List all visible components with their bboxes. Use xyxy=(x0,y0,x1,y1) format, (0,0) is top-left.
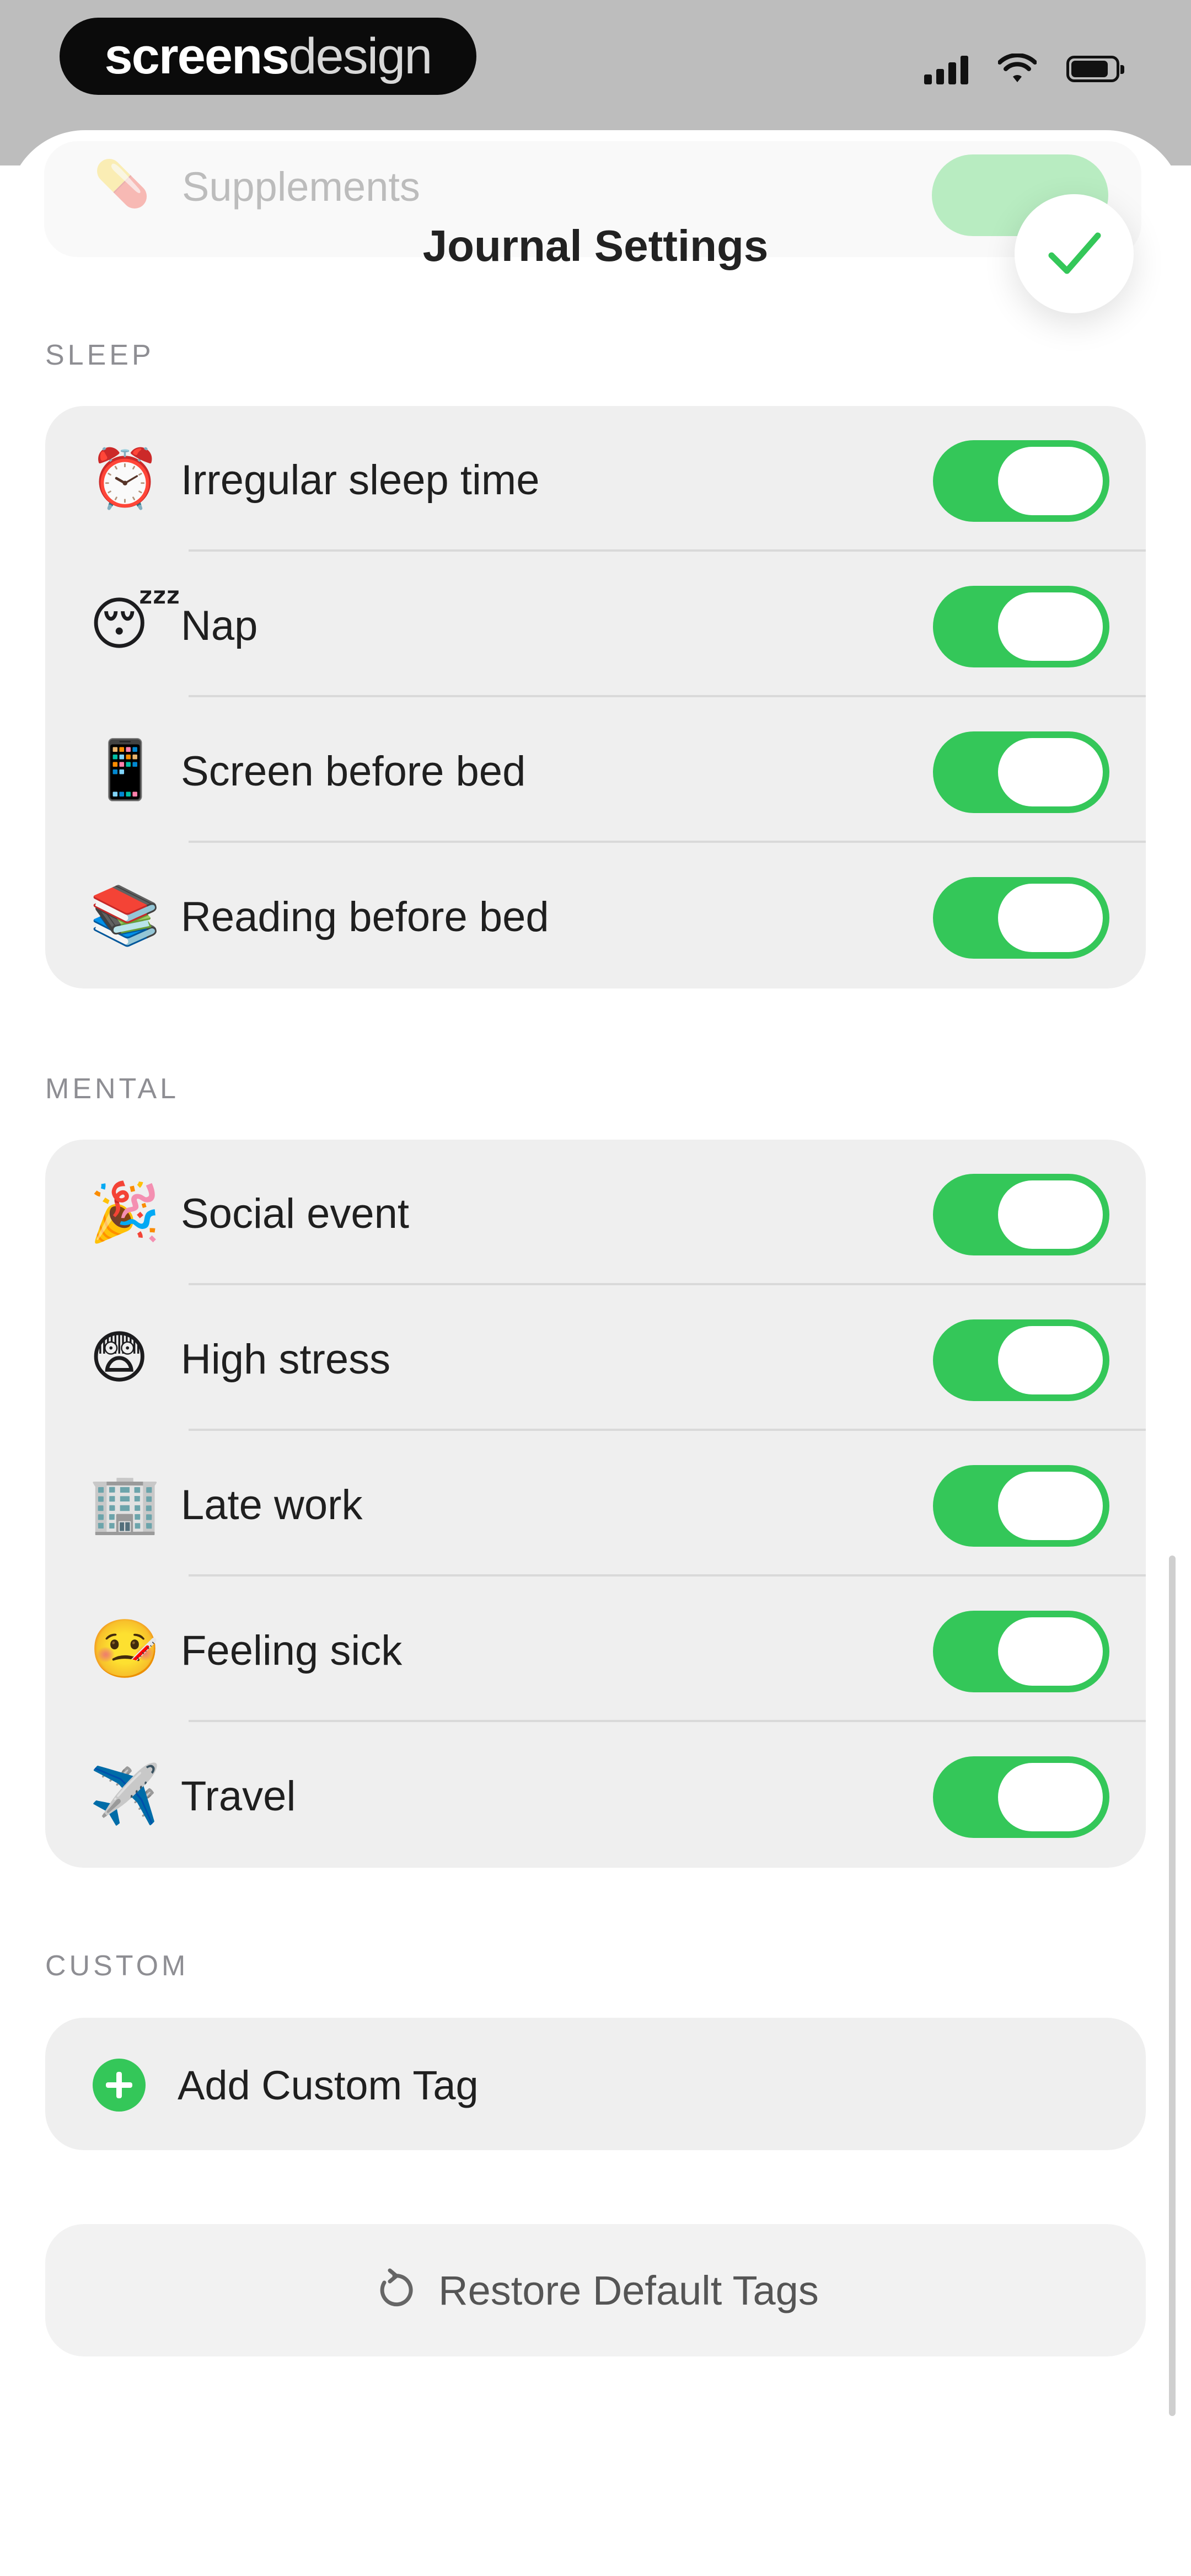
tag-label: Nap xyxy=(181,602,258,649)
checkmark-icon xyxy=(1048,232,1101,274)
books-icon: 📚 xyxy=(89,884,161,948)
background-row-label: Supplements xyxy=(182,164,420,210)
tag-label: Reading before bed xyxy=(181,894,549,940)
toggle-social-event[interactable] xyxy=(933,1174,1109,1255)
mental-tag-group: 🎉 Social event 😨 High stress 🏢 Late work… xyxy=(45,1140,1146,1868)
tag-row-reading-before-bed: 📚 Reading before bed xyxy=(45,843,1146,988)
toggle-feeling-sick[interactable] xyxy=(933,1611,1109,1692)
airplane-icon: ✈️ xyxy=(89,1763,161,1827)
tag-row-travel: ✈️ Travel xyxy=(45,1722,1146,1868)
tag-label: Late work xyxy=(181,1482,363,1529)
brand-watermark: screensdesign xyxy=(60,18,476,95)
section-header-custom: CUSTOM xyxy=(45,1950,189,1982)
toggle-screen-before-bed[interactable] xyxy=(933,731,1109,813)
tag-row-late-work: 🏢 Late work xyxy=(45,1431,1146,1576)
pill-icon: 💊 xyxy=(94,159,151,209)
section-header-sleep: SLEEP xyxy=(45,339,154,371)
tag-label: Irregular sleep time xyxy=(181,457,540,504)
toggle-nap[interactable] xyxy=(933,586,1109,667)
tag-label: Screen before bed xyxy=(181,748,526,795)
restore-default-tags-label: Restore Default Tags xyxy=(438,2267,819,2313)
brand-text-light: design xyxy=(288,28,432,84)
tag-label: Social event xyxy=(181,1190,410,1237)
page-title: Journal Settings xyxy=(422,221,769,270)
mobile-phone-icon: 📱 xyxy=(89,738,161,802)
toggle-irregular-sleep-time[interactable] xyxy=(933,440,1109,522)
brand-text-bold: screens xyxy=(104,28,290,84)
section-header-mental: MENTAL xyxy=(45,1073,180,1105)
tag-label: Feeling sick xyxy=(181,1627,403,1674)
restore-default-tags-button[interactable]: Restore Default Tags xyxy=(45,2224,1146,2356)
alarm-clock-icon: ⏰ xyxy=(89,447,161,511)
restore-icon xyxy=(380,2268,413,2307)
battery-icon xyxy=(1066,56,1124,82)
party-popper-icon: 🎉 xyxy=(89,1180,161,1244)
status-icons xyxy=(924,44,1124,94)
tag-row-high-stress: 😨 High stress xyxy=(45,1285,1146,1431)
tag-row-feeling-sick: 🤒 Feeling sick xyxy=(45,1576,1146,1722)
tag-row-nap: 😴 Nap xyxy=(45,552,1146,697)
add-custom-tag-button[interactable]: Add Custom Tag xyxy=(45,2018,1146,2150)
sleep-tag-group: ⏰ Irregular sleep time 😴 Nap 📱 Screen be… xyxy=(45,406,1146,988)
tag-row-social-event: 🎉 Social event xyxy=(45,1140,1146,1285)
wifi-icon xyxy=(998,54,1037,82)
fearful-face-icon: 😨 xyxy=(89,1326,149,1390)
tag-row-screen-before-bed: 📱 Screen before bed xyxy=(45,697,1146,843)
toggle-high-stress[interactable] xyxy=(933,1319,1109,1401)
cellular-signal-icon xyxy=(924,54,968,84)
tag-label: Travel xyxy=(181,1773,296,1820)
tag-label: High stress xyxy=(181,1336,391,1383)
toggle-late-work[interactable] xyxy=(933,1465,1109,1547)
office-building-icon: 🏢 xyxy=(89,1472,161,1536)
toggle-reading-before-bed[interactable] xyxy=(933,877,1109,959)
scrollbar[interactable] xyxy=(1169,1556,1176,2416)
sick-face-icon: 🤒 xyxy=(89,1617,161,1681)
toggle-travel[interactable] xyxy=(933,1756,1109,1838)
done-button[interactable] xyxy=(1015,194,1134,313)
tag-row-irregular-sleep-time: ⏰ Irregular sleep time xyxy=(45,406,1146,552)
plus-circle-icon xyxy=(93,2059,146,2112)
add-custom-tag-label: Add Custom Tag xyxy=(178,2062,479,2108)
sleeping-face-icon: 😴 xyxy=(89,592,181,656)
